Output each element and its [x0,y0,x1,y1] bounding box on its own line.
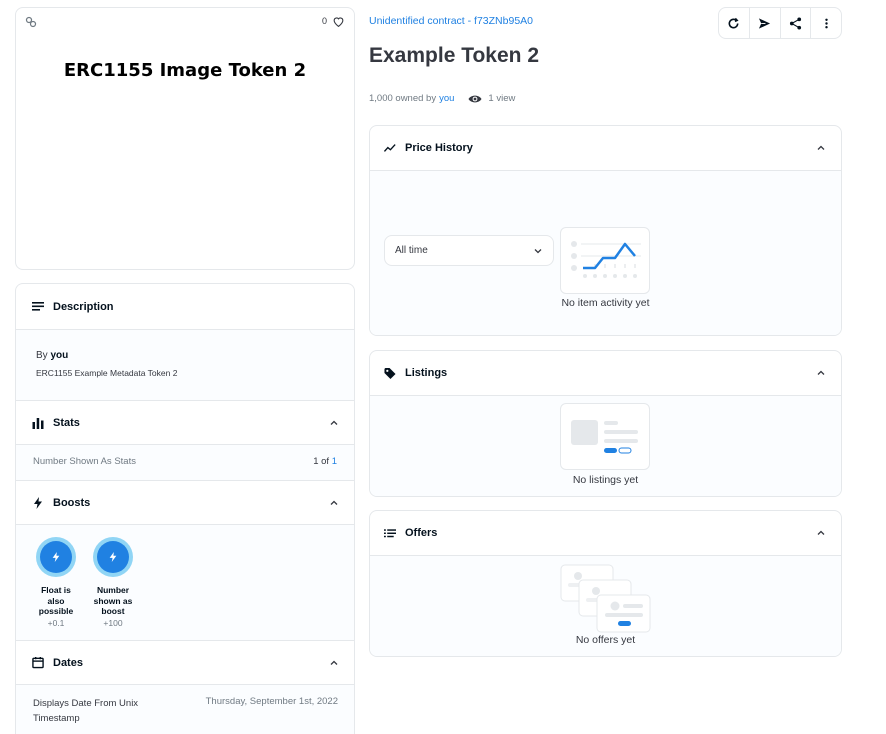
dates-header[interactable]: Dates [16,641,354,684]
offers-panel: Offers No offers yet [369,510,842,657]
refresh-icon [728,17,739,28]
chevron-up-icon[interactable] [329,418,339,428]
ownership-info: 1,000 owned by you 1 view [369,93,516,104]
chevron-down-icon [534,249,542,254]
token-image-card: 0 ERC1155 Image Token 2 [15,7,355,270]
contract-link[interactable]: Unidentified contract - f73ZNb95A0 [369,15,533,27]
offers-body: No offers yet [370,555,841,656]
chevron-up-icon[interactable] [816,368,826,378]
author-link[interactable]: you [50,350,68,361]
send-icon [759,17,771,29]
bolt-icon [52,552,60,562]
bolt-icon [32,496,44,509]
boost-label: Number shown as boost [93,585,133,616]
tag-icon [384,367,396,379]
price-history-header[interactable]: Price History [370,126,841,170]
refresh-button[interactable] [719,8,750,38]
date-value: Thursday, September 1st, 2022 [205,696,338,707]
listings-body: No listings yet [370,395,841,496]
description-body [16,330,354,400]
price-history-panel: Price History All time No item activity … [369,125,842,336]
share-icon [789,16,801,30]
stats-icon [32,417,44,429]
token-image[interactable]: ERC1155 Image Token 2 [16,60,354,81]
boost-item: Number shown as boost +100 [90,537,136,628]
price-history-body: All time No item activity yet [370,170,841,335]
boost-ring [93,537,133,577]
favorite-count: 0 [321,16,327,26]
offers-header[interactable]: Offers [370,511,841,555]
dates-title: Dates [53,656,83,669]
listings-header[interactable]: Listings [370,351,841,395]
transfer-button[interactable] [750,8,781,38]
boosts-title: Boosts [53,496,91,509]
calendar-icon [32,656,44,669]
stat-label: Number Shown As Stats [33,456,136,467]
chevron-up-icon[interactable] [816,143,826,153]
view-count: 1 view [488,93,516,104]
offers-empty-text: No offers yet [575,634,636,646]
offers-illustration [560,564,651,633]
listings-illustration [560,403,650,470]
left-info-panel: Description By you ERC1155 Example Metad… [15,283,355,734]
listings-panel: Listings No listings yet [369,350,842,497]
description-header[interactable]: Description [16,284,354,329]
chevron-up-icon[interactable] [816,528,826,538]
price-history-illustration [560,227,650,294]
chevron-up-icon[interactable] [329,498,339,508]
chevron-up-icon[interactable] [329,658,339,668]
boost-item: Float is also possible +0.1 [33,537,79,628]
listings-empty-text: No listings yet [572,474,639,486]
stats-header[interactable]: Stats [16,401,354,444]
price-history-icon [384,142,396,154]
boost-ring [36,537,76,577]
price-history-empty-text: No item activity yet [561,297,650,309]
stats-title: Stats [53,416,80,429]
boost-value: +100 [103,617,123,628]
offers-title: Offers [405,527,438,539]
share-button[interactable] [781,8,812,38]
description-icon [32,301,44,313]
asset-title: Example Token 2 [369,44,540,67]
description-text: ERC1155 Example Metadata Token 2 [36,368,178,378]
eye-icon [468,95,482,102]
owner-link[interactable]: you [439,93,454,104]
boosts-header[interactable]: Boosts [16,481,354,524]
boost-label: Float is also possible [38,585,74,616]
description-title: Description [53,300,114,313]
asset-toolbar [718,7,842,39]
more-options-button[interactable] [811,8,841,38]
stat-value: 1 of 1 [313,456,337,467]
time-range-select[interactable]: All time [384,235,554,266]
link-icon[interactable] [25,16,37,28]
more-icon [824,18,828,28]
heart-icon[interactable] [332,15,345,28]
listings-title: Listings [405,367,448,379]
boost-value: +0.1 [47,617,65,628]
price-history-title: Price History [405,142,473,154]
bolt-icon [109,552,117,562]
date-label: Displays Date From Unix Timestamp [33,698,139,724]
description-author: By you [36,350,69,361]
offers-icon [384,527,396,539]
